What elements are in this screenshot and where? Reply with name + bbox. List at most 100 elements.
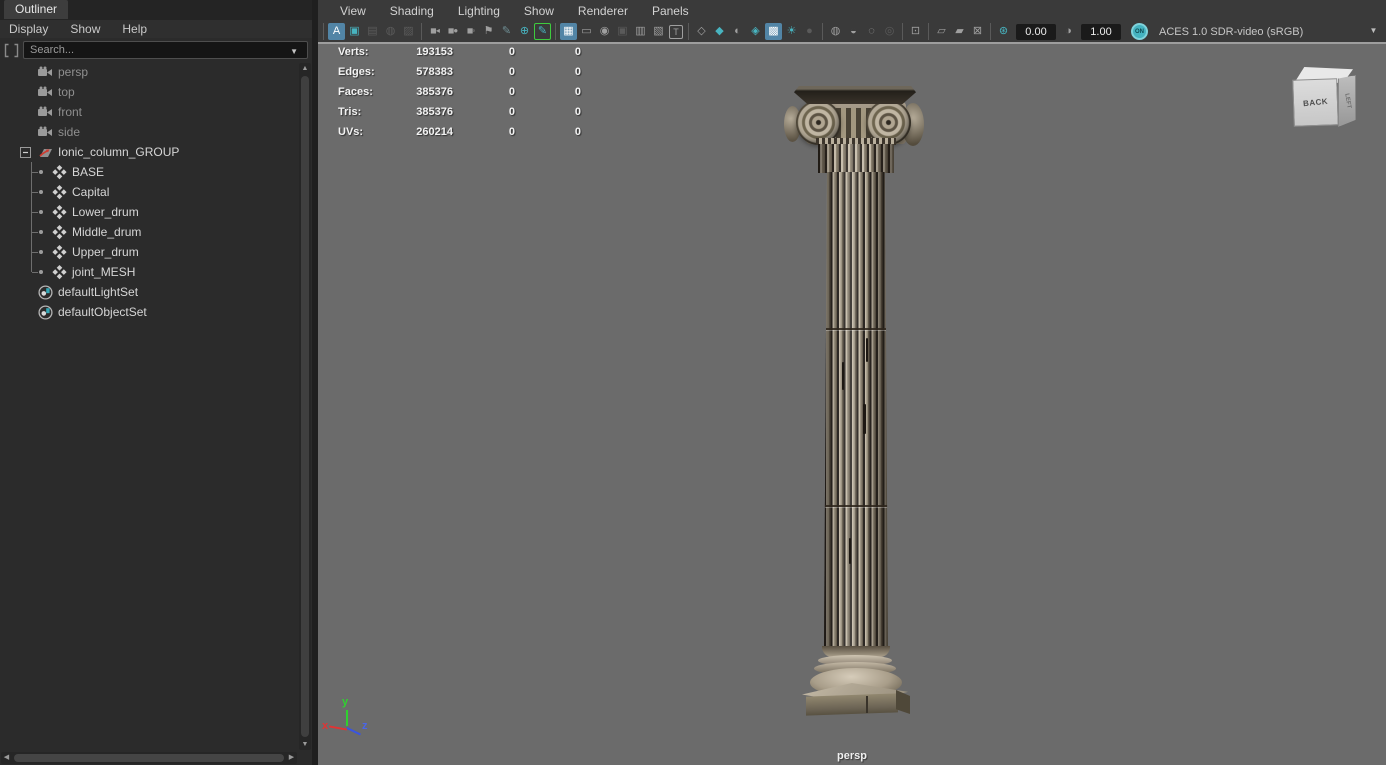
select-camera-icon[interactable]: ◼◂ [426, 23, 443, 40]
xray-icon[interactable]: ▱ [933, 23, 950, 40]
shadows-icon[interactable]: ● [801, 23, 818, 40]
column-plinth-side [896, 690, 910, 714]
outliner-item-defaultLightSet[interactable]: defaultLightSet [0, 282, 298, 302]
node-label: front [58, 105, 83, 119]
outliner-menu-help[interactable]: Help [122, 22, 147, 36]
grease-pencil-icon[interactable]: ✎ [498, 23, 515, 40]
outliner-tab[interactable]: Outliner [4, 0, 69, 19]
frame-selection-icon[interactable]: ▣ [346, 23, 363, 40]
outliner-item-front[interactable]: front [0, 102, 298, 122]
lights-icon[interactable]: ☀ [783, 23, 800, 40]
outliner-item-top[interactable]: top [0, 82, 298, 102]
safe-action-icon[interactable]: ▧ [650, 23, 667, 40]
viewport-menu-shading[interactable]: Shading [378, 4, 446, 18]
filter-icon[interactable] [3, 42, 20, 59]
isolate-select-icon[interactable]: ⊡ [907, 23, 924, 40]
mesh-icon [50, 224, 69, 240]
gamma-icon[interactable]: ◑ [1060, 23, 1077, 40]
outliner-item-Upper_drum[interactable]: Upper_drum [0, 242, 298, 262]
depth-of-field-icon[interactable]: ◎ [881, 23, 898, 40]
tree-connector [20, 262, 50, 282]
perspective-viewport[interactable]: Verts: 193153 0 0 Edges: 578383 0 0 Faces: 385376… [318, 0, 1386, 765]
safe-title-icon[interactable]: T [669, 24, 683, 39]
anti-aliasing-icon[interactable]: ◌ [863, 23, 880, 40]
tree-connector [20, 202, 50, 222]
outliner-item-defaultObjectSet[interactable]: defaultObjectSet [0, 302, 298, 322]
viewport-menu-lighting[interactable]: Lighting [446, 4, 512, 18]
column-plinth-front [806, 693, 898, 716]
x-axis-label: x [322, 720, 329, 732]
bookmarks-icon[interactable]: ⚑ [480, 23, 497, 40]
2d-pan-zoom-icon[interactable]: ✎ [534, 23, 551, 40]
view-cube[interactable]: BACK LEFT [1290, 64, 1362, 138]
colorspace-on-badge[interactable]: ON [1131, 23, 1148, 40]
image-plane-icon[interactable]: ▤ [364, 23, 381, 40]
camera-attributes-icon[interactable]: ◼◦ [462, 23, 479, 40]
collapse-toggle-icon[interactable] [20, 146, 36, 158]
colorspace-dropdown-arrow[interactable]: ▼ [1365, 23, 1382, 40]
search-input[interactable] [23, 41, 308, 59]
mesh-icon [50, 264, 69, 280]
view-cube-back-face[interactable]: BACK [1292, 78, 1339, 127]
camera-icon [36, 124, 55, 140]
snapshot-icon[interactable]: ▨ [400, 23, 417, 40]
x-axis-line [328, 725, 348, 731]
view-cube-left-label: LEFT [1342, 93, 1352, 109]
xray-joints-icon[interactable]: ▰ [951, 23, 968, 40]
viewport-menu-view[interactable]: View [328, 4, 378, 18]
outliner-item-BASE[interactable]: BASE [0, 162, 298, 182]
field-chart-icon[interactable]: ▥ [632, 23, 649, 40]
shaft-crack [842, 362, 844, 390]
scroll-right-arrow-icon[interactable]: ▶ [286, 752, 297, 764]
smooth-shade-icon[interactable]: ◆ [711, 23, 728, 40]
pan-zoom-icon[interactable]: ⊕ [516, 23, 533, 40]
viewport-menu-show[interactable]: Show [512, 4, 566, 18]
wireframe-on-shaded-icon[interactable]: ◐ [729, 23, 746, 40]
outliner-item-Ionic_column_GROUP[interactable]: Ionic_column_GROUP [0, 142, 298, 162]
sequence-image-icon[interactable]: ◍ [382, 23, 399, 40]
textured-icon[interactable]: ◈ [747, 23, 764, 40]
outliner-vertical-scrollbar[interactable]: ▲ ▼ [299, 63, 311, 750]
gate-mask-icon[interactable]: ▣ [614, 23, 631, 40]
outliner-item-joint_MESH[interactable]: joint_MESH [0, 262, 298, 282]
horizontal-scroll-thumb[interactable] [14, 754, 284, 762]
search-dropdown-arrow-icon[interactable]: ▼ [290, 47, 298, 56]
ssao-icon[interactable]: ◍ [827, 23, 844, 40]
colorspace-label[interactable]: ACES 1.0 SDR-video (sRGB) [1159, 26, 1303, 38]
tree-connector [20, 222, 50, 242]
exposure-icon[interactable]: ⊛ [995, 23, 1012, 40]
viewport-menu-panels[interactable]: Panels [640, 4, 701, 18]
hud-stat-label: Verts: [338, 46, 369, 58]
lock-camera-icon[interactable]: ◼● [444, 23, 461, 40]
outliner-menu-show[interactable]: Show [70, 22, 100, 36]
outliner-item-Capital[interactable]: Capital [0, 182, 298, 202]
gamma-field[interactable]: 1.00 [1081, 23, 1121, 40]
scroll-left-arrow-icon[interactable]: ◀ [1, 752, 12, 764]
renderer-a-icon[interactable]: A [328, 23, 345, 40]
outliner-item-side[interactable]: side [0, 122, 298, 142]
view-cube-left-face[interactable]: LEFT [1338, 75, 1356, 127]
polycount-hud: Verts: 193153 0 0 Edges: 578383 0 0 Faces: 385376… [338, 42, 581, 142]
scroll-down-arrow-icon[interactable]: ▼ [299, 739, 311, 750]
view-cube-back-label: BACK [1302, 96, 1329, 109]
film-gate-icon[interactable]: ▭ [578, 23, 595, 40]
vertical-scroll-thumb[interactable] [301, 76, 309, 737]
grid-icon[interactable]: ▦ [560, 23, 577, 40]
outliner-item-Middle_drum[interactable]: Middle_drum [0, 222, 298, 242]
node-label: defaultObjectSet [58, 305, 147, 319]
motion-blur-icon[interactable]: ◒ [845, 23, 862, 40]
exposure-field[interactable]: 0.00 [1016, 23, 1056, 40]
use-default-material-icon[interactable]: ▩ [765, 23, 782, 40]
column-abacus [794, 86, 916, 104]
outliner-search-row: ▼ [0, 38, 312, 62]
toolbar-separator [418, 23, 425, 40]
outliner-item-persp[interactable]: persp [0, 62, 298, 82]
outliner-item-Lower_drum[interactable]: Lower_drum [0, 202, 298, 222]
outliner-horizontal-scrollbar[interactable]: ◀ ▶ [1, 752, 297, 764]
outliner-menu-display[interactable]: Display [9, 22, 48, 36]
image-plane-arrow-icon[interactable]: ⊠ [969, 23, 986, 40]
scroll-up-arrow-icon[interactable]: ▲ [299, 63, 311, 74]
wireframe-icon[interactable]: ◇ [693, 23, 710, 40]
viewport-menu-renderer[interactable]: Renderer [566, 4, 640, 18]
resolution-gate-icon[interactable]: ◉ [596, 23, 613, 40]
